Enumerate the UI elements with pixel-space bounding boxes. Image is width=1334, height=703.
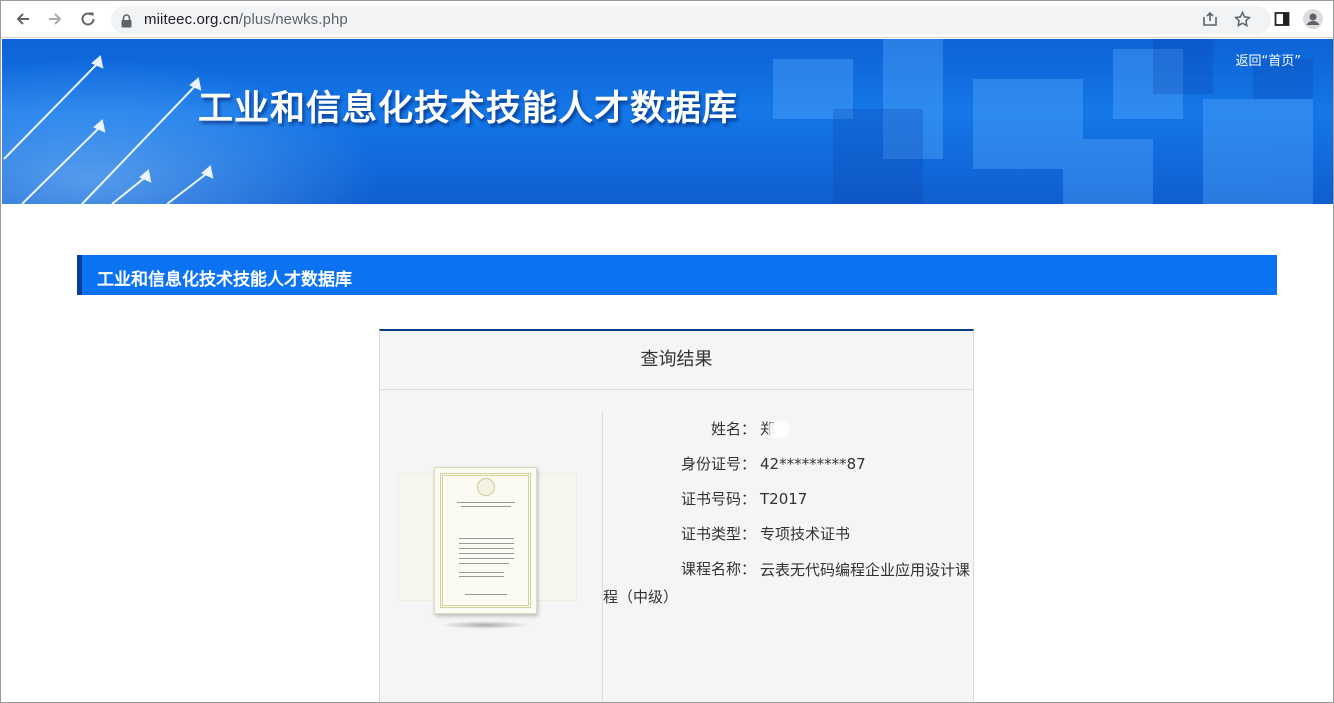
field-cert-number: 证书号码： T2017	[603, 487, 973, 511]
certificate-image	[394, 443, 584, 643]
field-id-number: 身份证号： 42*********87	[603, 452, 973, 476]
site-banner: 工业和信息化技术技能人才数据库 返回“首页”	[2, 39, 1333, 204]
browser-toolbar: miiteec.org.cn/plus/newks.php	[1, 1, 1333, 38]
field-cert-number-value: T2017	[760, 490, 808, 508]
field-name-value: 郑	[760, 417, 790, 441]
field-cert-type-label: 证书类型：	[680, 525, 756, 543]
share-icon[interactable]	[1200, 9, 1220, 29]
section-header: 工业和信息化技术技能人才数据库	[77, 255, 1277, 295]
reload-icon[interactable]	[78, 9, 98, 29]
certificate-paper	[434, 467, 537, 614]
certificate-ghost-right	[532, 473, 577, 601]
bookmark-star-icon[interactable]	[1232, 9, 1252, 29]
redaction-mask	[769, 421, 790, 438]
certificate-shadow	[440, 621, 530, 629]
field-name-label: 姓名：	[710, 420, 756, 438]
result-title: 查询结果	[380, 331, 973, 390]
field-name: 姓名： 郑	[603, 417, 973, 441]
url-text: miiteec.org.cn/plus/newks.php	[144, 11, 348, 28]
field-course-name-label: 课程名称：	[680, 560, 756, 578]
lock-icon	[121, 13, 132, 32]
forward-icon[interactable]	[45, 9, 65, 29]
browser-window: miiteec.org.cn/plus/newks.php 工业和信息化技术技能…	[0, 0, 1334, 703]
side-panel-icon[interactable]	[1272, 9, 1292, 29]
field-id-number-value: 42*********87	[760, 455, 866, 473]
field-id-number-label: 身份证号：	[680, 455, 756, 473]
home-link[interactable]: 返回“首页”	[1236, 50, 1301, 69]
profile-avatar-icon[interactable]	[1303, 9, 1323, 29]
section-title: 工业和信息化技术技能人才数据库	[97, 270, 352, 290]
field-cert-number-label: 证书号码：	[680, 490, 756, 508]
banner-title: 工业和信息化技术技能人才数据库	[198, 89, 739, 129]
certificate-seal-icon	[477, 478, 495, 496]
field-course-name: 课程名称： 云表无代码编程企业应用设计课程（中级）	[603, 557, 973, 617]
address-bar[interactable]: miiteec.org.cn/plus/newks.php	[111, 6, 1271, 34]
result-card: 查询结果 姓名： 郑 身份证号： 42*********87 证书号码： T20…	[379, 329, 974, 702]
field-cert-type-value: 专项技术证书	[760, 525, 851, 543]
field-cert-type: 证书类型： 专项技术证书	[603, 522, 973, 546]
url-host: miiteec.org.cn	[144, 11, 239, 28]
back-icon[interactable]	[13, 9, 33, 29]
url-path: /plus/newks.php	[238, 11, 348, 28]
